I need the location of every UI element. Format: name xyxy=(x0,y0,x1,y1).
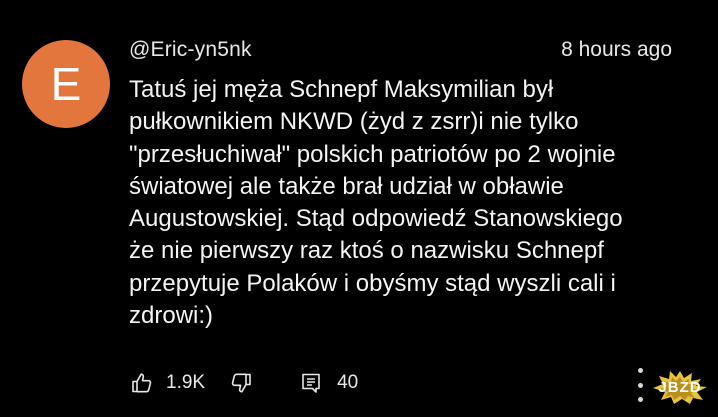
comment-author[interactable]: @Eric-yn5nk xyxy=(129,38,252,62)
more-vertical-icon[interactable] xyxy=(634,368,646,402)
comment-actions: 1.9K 40 xyxy=(130,368,358,398)
comment-text: Tatuś jej męża Schnepf Maksymilian był p… xyxy=(129,76,623,330)
watermark-text: JBZD xyxy=(658,378,702,396)
comment-timestamp: 8 hours ago xyxy=(561,38,672,61)
avatar-letter: E xyxy=(50,58,82,110)
thumbs-up-icon[interactable] xyxy=(130,371,154,395)
comment-card: E @Eric-yn5nk 8 hours ago Tatuś jej męża… xyxy=(0,0,718,417)
thumbs-down-icon[interactable] xyxy=(229,371,253,395)
watermark-logo: JBZD xyxy=(651,370,709,404)
reply-count: 40 xyxy=(337,372,359,393)
reply-icon[interactable] xyxy=(299,371,323,395)
like-count: 1.9K xyxy=(166,372,206,393)
avatar[interactable]: E xyxy=(22,40,110,128)
